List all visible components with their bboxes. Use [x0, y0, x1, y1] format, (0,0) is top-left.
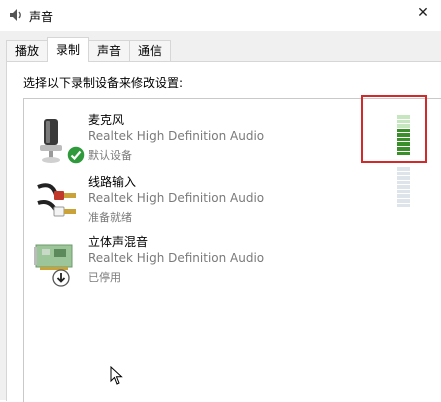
close-icon: ✕: [417, 5, 429, 21]
device-name: 立体声混音: [88, 235, 149, 249]
meter-segment: [397, 180, 410, 185]
meter-segment: [397, 176, 410, 180]
device-driver: Realtek High Definition Audio: [88, 191, 265, 205]
device-status: 准备就绪: [88, 211, 132, 224]
tab-recording[interactable]: 录制: [47, 37, 90, 62]
device-name: 麦克风: [88, 113, 125, 127]
device-item-stereo-mix[interactable]: 立体声混音 Realtek High Definition Audio 已停用: [24, 229, 441, 289]
window-title: 声音: [29, 10, 54, 24]
window-body: 播放 录制 声音 通信 选择以下录制设备来修改设置: 麦克风 Realtek H…: [0, 31, 441, 402]
meter-segment: [397, 171, 410, 176]
tab-strip: 播放 录制 声音 通信: [6, 37, 172, 62]
tab-playback[interactable]: 播放: [6, 40, 49, 61]
mouse-cursor-icon: [110, 366, 123, 385]
meter-segment: [397, 203, 410, 208]
disabled-arrow-icon: [52, 269, 70, 287]
title-bar: 声音 ✕: [0, 0, 441, 31]
device-driver: Realtek High Definition Audio: [88, 251, 265, 265]
meter-segment: [397, 194, 410, 198]
device-status: 已停用: [88, 271, 121, 284]
meter-segment: [397, 189, 410, 194]
tab-communications[interactable]: 通信: [129, 40, 172, 61]
line-in-cable-icon: [37, 183, 76, 217]
meter-segment: [397, 167, 410, 171]
instruction-text: 选择以下录制设备来修改设置:: [23, 76, 184, 90]
meter-segment: [397, 198, 410, 203]
highlight-annotation-box: [361, 95, 427, 163]
default-check-icon: [66, 145, 86, 165]
tab-sounds[interactable]: 声音: [88, 40, 131, 61]
device-driver: Realtek High Definition Audio: [88, 129, 265, 143]
device-item-line-in[interactable]: 线路输入 Realtek High Definition Audio 准备就绪: [24, 167, 441, 229]
speaker-icon: [10, 9, 21, 21]
close-button[interactable]: ✕: [405, 0, 441, 26]
level-meter: [397, 167, 410, 208]
device-status: 默认设备: [88, 149, 132, 162]
meter-segment: [397, 185, 410, 189]
device-name: 线路输入: [88, 175, 137, 189]
